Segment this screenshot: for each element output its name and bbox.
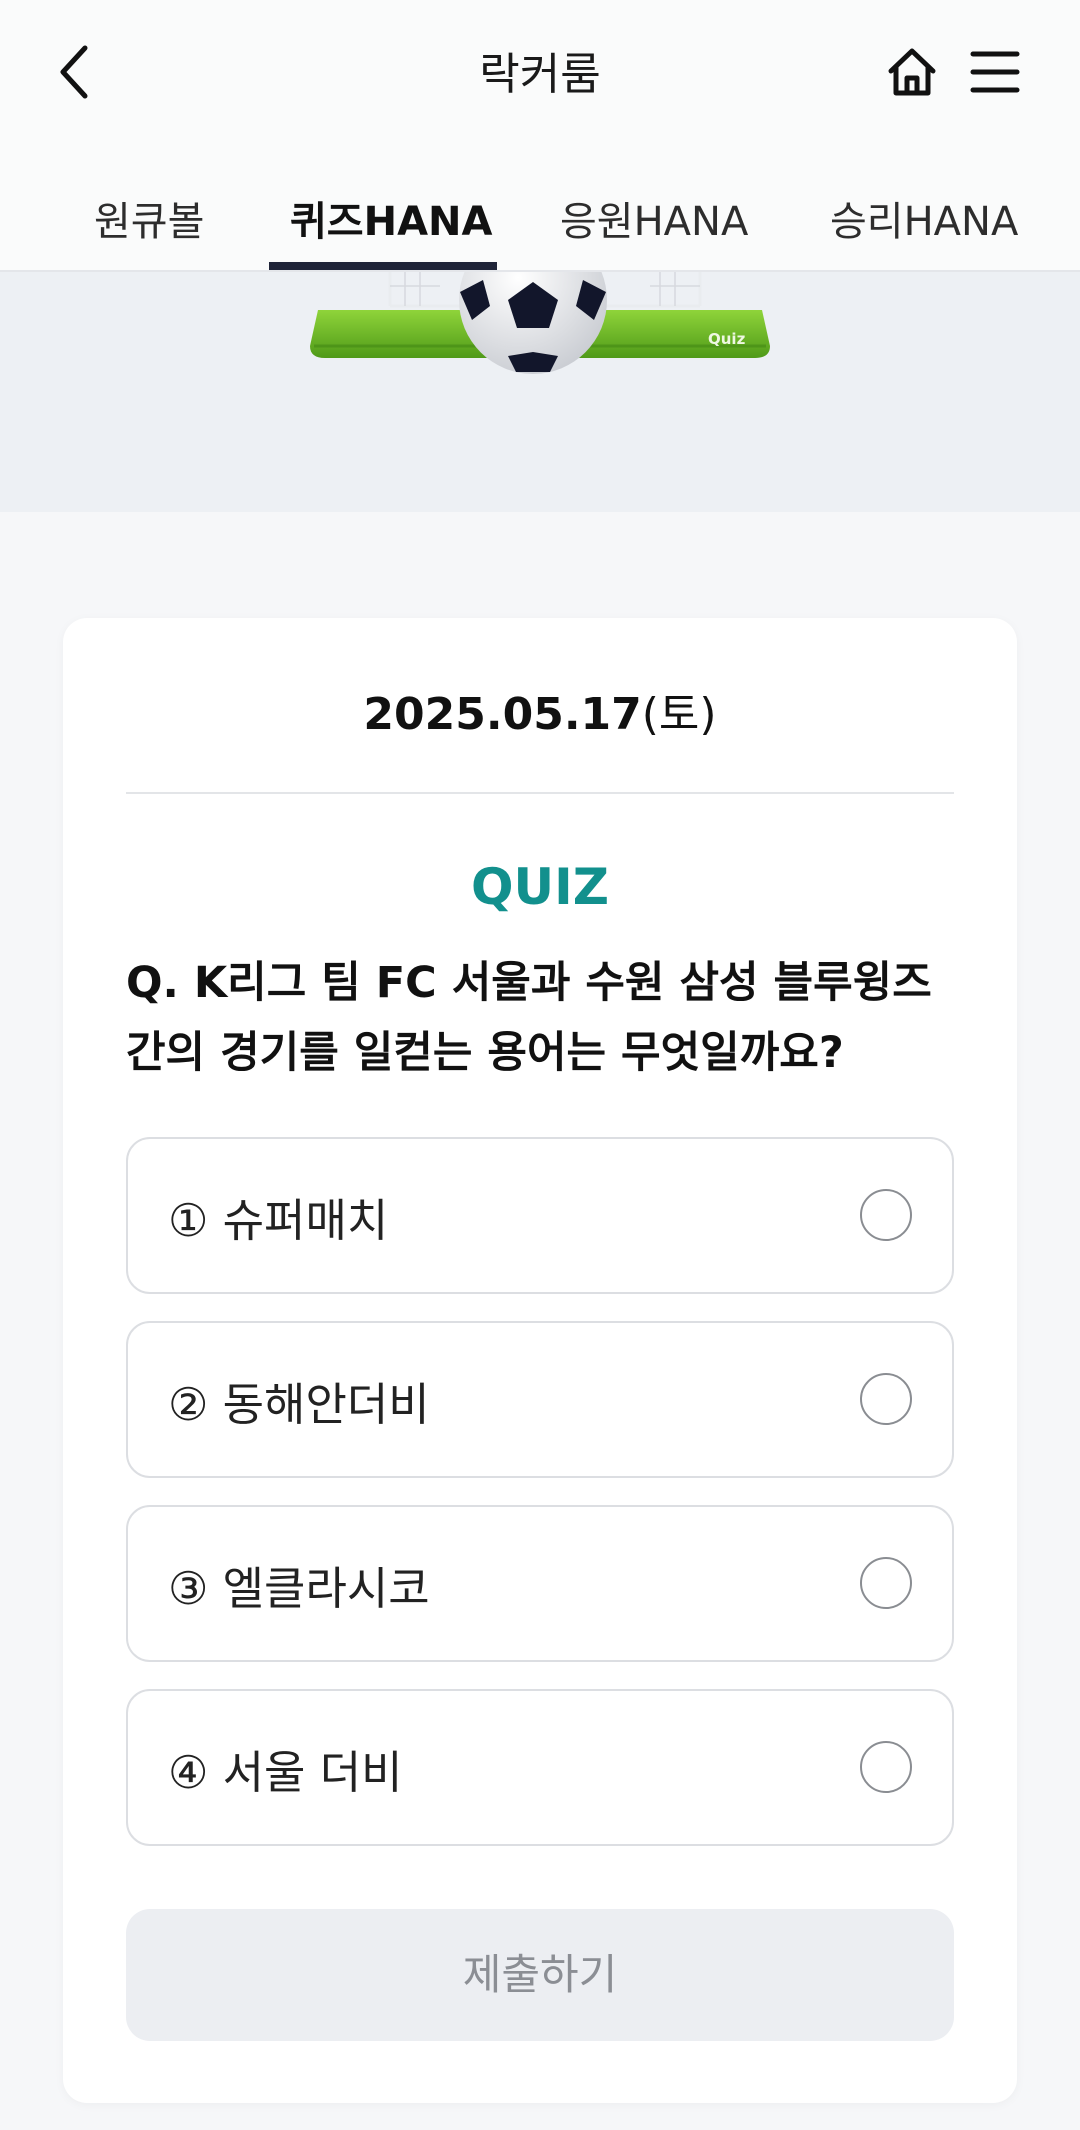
tab-onequball[interactable]: 원큐볼: [94, 189, 204, 247]
tab-quiz-hana[interactable]: 퀴즈HANA: [290, 189, 492, 247]
quiz-question-line-1: Q. K리그 팀 FC 서울과 수원 삼성 블루윙즈: [126, 958, 932, 1008]
quiz-question: Q. K리그 팀 FC 서울과 수원 삼성 블루윙즈 간의 경기를 일컫는 용어…: [126, 948, 966, 1088]
answer-option-2[interactable]: ② 동해안더비: [126, 1321, 954, 1478]
radio-button[interactable]: [860, 1373, 912, 1425]
submit-button[interactable]: 제출하기: [126, 1909, 954, 2041]
quiz-date: 2025.05.17(토): [63, 678, 1017, 742]
radio-button[interactable]: [860, 1741, 912, 1793]
goal-label-text: Quiz: [708, 330, 746, 348]
app-header: 락커룸: [0, 0, 1080, 145]
quiz-question-line-2: 간의 경기를 일컫는 용어는 무엇일까요?: [126, 1028, 844, 1078]
radio-button[interactable]: [860, 1189, 912, 1241]
soccer-goal-illustration: Quiz: [310, 272, 770, 374]
answer-option-1[interactable]: ① 슈퍼매치: [126, 1137, 954, 1294]
quiz-date-value: 2025.05.17: [363, 689, 642, 740]
tab-victory-hana[interactable]: 승리HANA: [830, 189, 1018, 247]
answer-option-4[interactable]: ④ 서울 더비: [126, 1689, 954, 1846]
home-icon: [888, 48, 936, 96]
active-tab-indicator: [269, 262, 497, 270]
hamburger-menu-icon: [970, 51, 1020, 93]
tab-cheer-hana[interactable]: 응원HANA: [560, 189, 748, 247]
answer-option-3[interactable]: ③ 엘클라시코: [126, 1505, 954, 1662]
quiz-banner: Quiz: [0, 272, 1080, 512]
home-button[interactable]: [877, 40, 947, 104]
quiz-label: QUIZ: [471, 858, 609, 916]
quiz-card: 2025.05.17(토) QUIZ Q. K리그 팀 FC 서울과 수원 삼성…: [63, 618, 1017, 2103]
answer-option-label: ① 슈퍼매치: [168, 1194, 389, 1247]
divider: [126, 792, 954, 794]
quiz-day-of-week: (토): [641, 689, 717, 740]
answer-option-label: ④ 서울 더비: [168, 1746, 403, 1799]
tab-bar: 원큐볼 퀴즈HANA 응원HANA 승리HANA: [0, 145, 1080, 272]
answer-option-label: ③ 엘클라시코: [168, 1562, 430, 1615]
menu-button[interactable]: [960, 40, 1030, 104]
radio-button[interactable]: [860, 1557, 912, 1609]
answer-option-label: ② 동해안더비: [168, 1378, 430, 1431]
